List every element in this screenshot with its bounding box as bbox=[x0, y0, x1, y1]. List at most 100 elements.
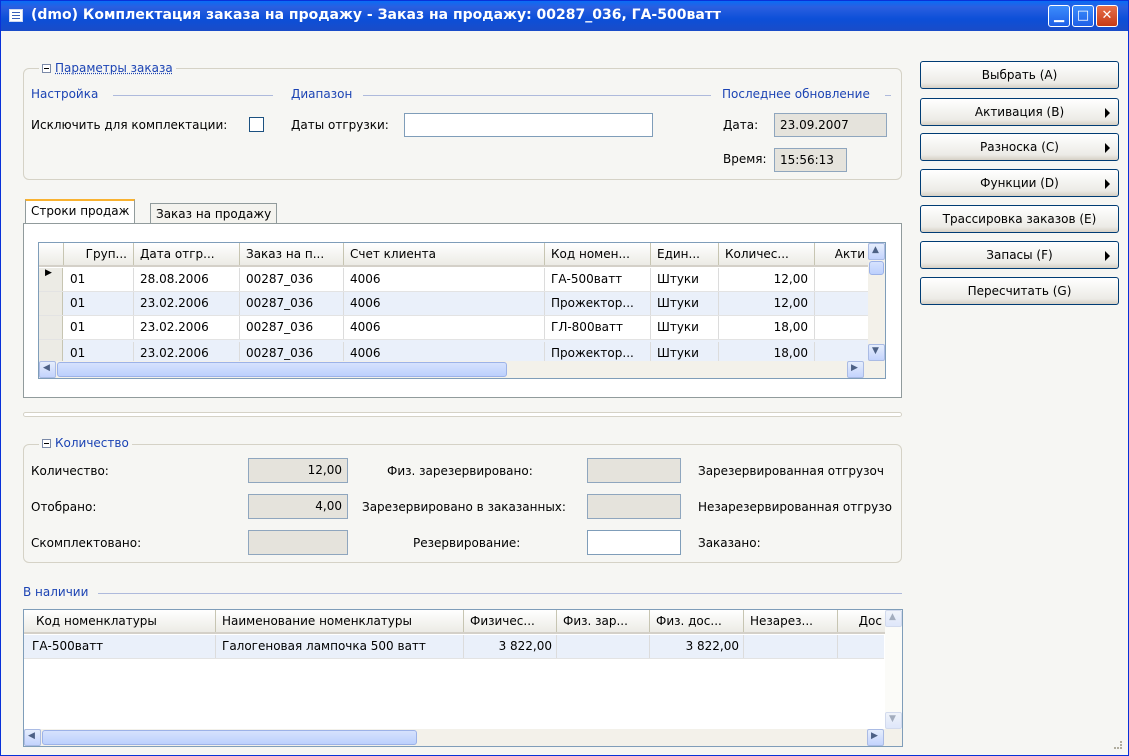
cell-available[interactable] bbox=[838, 635, 884, 658]
cell-physical[interactable]: 3 822,00 bbox=[464, 635, 557, 658]
cell-customer-account[interactable]: 4006 bbox=[344, 316, 545, 339]
scroll-right-button[interactable]: ▶ bbox=[847, 361, 864, 378]
row-selector[interactable]: ▶ bbox=[39, 268, 63, 291]
cell-customer-account[interactable]: 4006 bbox=[344, 268, 545, 291]
col-header-phys-available[interactable]: Физ. дос... bbox=[650, 610, 744, 632]
col-header-item-code[interactable]: Код номенклатуры bbox=[24, 610, 216, 632]
scroll-up-button[interactable]: ▲ bbox=[868, 243, 885, 260]
col-header-unit[interactable]: Един... bbox=[651, 243, 719, 265]
col-header-sales-order[interactable]: Заказ на п... bbox=[240, 243, 344, 265]
cell-sales-order[interactable]: 00287_036 bbox=[240, 316, 344, 339]
col-header-quantity[interactable]: Количес... bbox=[719, 243, 815, 265]
col-header-ship-date[interactable]: Дата отгр... bbox=[134, 243, 240, 265]
col-header-group[interactable]: Груп... bbox=[64, 243, 134, 265]
cell-quantity[interactable]: 18,00 bbox=[719, 342, 815, 361]
cell-unreserved[interactable] bbox=[744, 635, 838, 658]
row-selector[interactable] bbox=[39, 292, 63, 315]
cell-sales-order[interactable]: 00287_036 bbox=[240, 342, 344, 361]
title-bar[interactable]: (dmo) Комплектация заказа на продажу - З… bbox=[1, 1, 1128, 31]
row-selector[interactable] bbox=[39, 340, 63, 361]
cell-ship-date[interactable]: 23.02.2006 bbox=[134, 342, 240, 361]
scroll-right-button[interactable]: ▶ bbox=[867, 729, 884, 746]
cell-sales-order[interactable]: 00287_036 bbox=[240, 268, 344, 291]
order-parameters-title: Параметры заказа bbox=[55, 61, 173, 75]
minimize-button[interactable]: ▁ bbox=[1048, 5, 1070, 27]
hscroll-thumb[interactable] bbox=[57, 362, 507, 377]
tab-sales-lines[interactable]: Строки продаж bbox=[25, 199, 136, 223]
col-header-physical[interactable]: Физичес... bbox=[464, 610, 557, 632]
cell-customer-account[interactable]: 4006 bbox=[344, 342, 545, 361]
cell-ship-date[interactable]: 23.02.2006 bbox=[134, 316, 240, 339]
cell-phys-reserved[interactable] bbox=[557, 635, 650, 658]
last-update-heading: Последнее обновление bbox=[722, 87, 870, 101]
cell-ship-date[interactable]: 23.02.2006 bbox=[134, 292, 240, 315]
close-button[interactable]: ✕ bbox=[1096, 5, 1118, 27]
posting-button[interactable]: Разноска (C) bbox=[920, 133, 1119, 161]
col-header-customer-account[interactable]: Счет клиента bbox=[344, 243, 545, 265]
cell-group[interactable]: 01 bbox=[64, 292, 134, 315]
cell-unit[interactable]: Штуки bbox=[651, 292, 719, 315]
vscroll-thumb[interactable] bbox=[869, 261, 884, 275]
cell-item-number[interactable]: Прожектор... bbox=[545, 342, 651, 361]
cell-customer-account[interactable]: 4006 bbox=[344, 292, 545, 315]
cell-active[interactable] bbox=[815, 316, 869, 339]
scroll-left-button[interactable]: ◀ bbox=[24, 729, 41, 746]
hscroll-thumb[interactable] bbox=[42, 730, 417, 745]
scroll-down-button[interactable]: ▼ bbox=[868, 344, 885, 361]
onhand-vscroll[interactable]: ▲ ▼ bbox=[885, 610, 902, 729]
select-button[interactable]: Выбрать (A) bbox=[920, 61, 1119, 89]
sales-lines-vscroll[interactable]: ▲ ▼ bbox=[868, 243, 885, 361]
cell-ship-date[interactable]: 28.08.2006 bbox=[134, 268, 240, 291]
sales-line-row[interactable]: ▶ 01 28.08.2006 00287_036 4006 ГА-500ват… bbox=[39, 268, 869, 292]
scroll-down-button[interactable]: ▼ bbox=[885, 712, 902, 729]
quantity-toggle[interactable]: Количество bbox=[39, 436, 132, 450]
col-header-item-name[interactable]: Наименование номенклатуры bbox=[216, 610, 464, 632]
scroll-up-button[interactable]: ▲ bbox=[885, 610, 902, 627]
sales-line-row[interactable]: 01 23.02.2006 00287_036 4006 ГЛ-800ватт … bbox=[39, 316, 869, 340]
ship-dates-field[interactable] bbox=[404, 113, 653, 137]
col-header-available[interactable]: Дос bbox=[838, 610, 884, 632]
cell-quantity[interactable]: 12,00 bbox=[719, 268, 815, 291]
cell-item-number[interactable]: ГА-500ватт bbox=[545, 268, 651, 291]
cell-active[interactable] bbox=[815, 268, 869, 291]
cell-active[interactable] bbox=[815, 342, 869, 361]
panel-splitter[interactable] bbox=[23, 412, 902, 417]
maximize-button[interactable]: □ bbox=[1072, 5, 1094, 27]
order-parameters-toggle[interactable]: Параметры заказа bbox=[39, 61, 176, 75]
inventory-button[interactable]: Запасы (F) bbox=[920, 241, 1119, 269]
col-header-unreserved[interactable]: Незарез... bbox=[744, 610, 838, 632]
cell-group[interactable]: 01 bbox=[64, 268, 134, 291]
reservation-field[interactable] bbox=[587, 530, 681, 555]
col-header-item-number[interactable]: Код номен... bbox=[545, 243, 651, 265]
row-selector[interactable] bbox=[39, 316, 63, 339]
cell-item-number[interactable]: ГЛ-800ватт bbox=[545, 316, 651, 339]
tab-sales-order[interactable]: Заказ на продажу bbox=[150, 203, 278, 225]
cell-item-name[interactable]: Галогеновая лампочка 500 ватт bbox=[216, 635, 464, 658]
order-trace-button[interactable]: Трассировка заказов (E) bbox=[920, 205, 1119, 233]
onhand-row[interactable]: ГА-500ватт Галогеновая лампочка 500 ватт… bbox=[24, 635, 884, 659]
cell-quantity[interactable]: 12,00 bbox=[719, 292, 815, 315]
functions-button[interactable]: Функции (D) bbox=[920, 169, 1119, 197]
recalculate-button[interactable]: Пересчитать (G) bbox=[920, 277, 1119, 305]
cell-quantity[interactable]: 18,00 bbox=[719, 316, 815, 339]
col-header-active[interactable]: Акти bbox=[815, 243, 869, 265]
sales-lines-hscroll[interactable]: ◀ ▶ bbox=[39, 361, 885, 378]
cell-item-code[interactable]: ГА-500ватт bbox=[24, 635, 216, 658]
exclude-checkbox[interactable] bbox=[249, 117, 264, 132]
cell-group[interactable]: 01 bbox=[64, 342, 134, 361]
activation-button[interactable]: Активация (B) bbox=[920, 98, 1119, 126]
cell-active[interactable] bbox=[815, 292, 869, 315]
sales-line-row[interactable]: 01 23.02.2006 00287_036 4006 Прожектор..… bbox=[39, 340, 869, 362]
scroll-left-button[interactable]: ◀ bbox=[39, 361, 56, 378]
cell-phys-available[interactable]: 3 822,00 bbox=[650, 635, 744, 658]
sales-line-row[interactable]: 01 23.02.2006 00287_036 4006 Прожектор..… bbox=[39, 292, 869, 316]
cell-unit[interactable]: Штуки bbox=[651, 316, 719, 339]
cell-unit[interactable]: Штуки bbox=[651, 268, 719, 291]
cell-sales-order[interactable]: 00287_036 bbox=[240, 292, 344, 315]
resize-grip[interactable] bbox=[1114, 741, 1122, 749]
cell-unit[interactable]: Штуки bbox=[651, 342, 719, 361]
col-header-phys-reserved[interactable]: Физ. зар... bbox=[557, 610, 650, 632]
cell-group[interactable]: 01 bbox=[64, 316, 134, 339]
onhand-hscroll[interactable]: ◀ ▶ bbox=[24, 729, 902, 746]
cell-item-number[interactable]: Прожектор... bbox=[545, 292, 651, 315]
